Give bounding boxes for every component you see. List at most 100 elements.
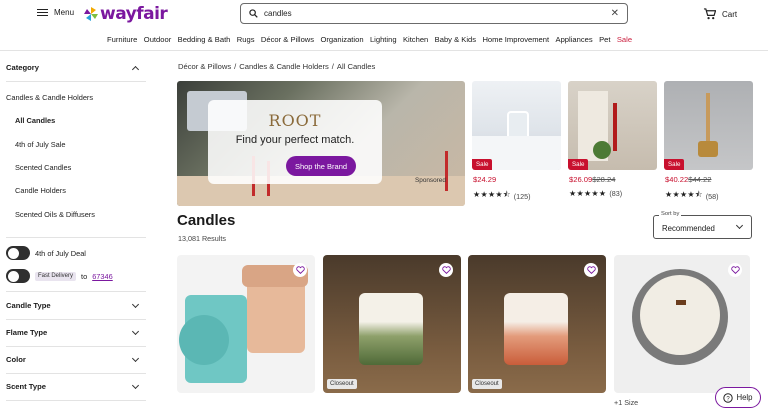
divider bbox=[6, 319, 146, 320]
filter-sidebar: Category Candles & Candle Holders All Ca… bbox=[0, 51, 147, 410]
star-rating-icon: ★★★★★ bbox=[569, 189, 607, 198]
category-item-scented-candles[interactable]: Scented Candles bbox=[15, 163, 71, 172]
site-header: Menu wayfair ✕ Cart bbox=[0, 0, 768, 30]
nav-item-lighting[interactable]: Lighting bbox=[370, 35, 397, 44]
category-heading[interactable]: Category bbox=[6, 63, 39, 72]
chevron-down-icon bbox=[735, 221, 744, 230]
nav-item-decor-pillows[interactable]: Décor & Pillows bbox=[261, 35, 314, 44]
nav-item-organization[interactable]: Organization bbox=[320, 35, 363, 44]
cart-icon bbox=[703, 8, 716, 20]
filter-flame-type[interactable]: Flame Type bbox=[6, 328, 47, 337]
logo-text: wayfair bbox=[100, 4, 168, 24]
sponsored-product-image[interactable]: Sale bbox=[664, 81, 753, 170]
chevron-down-icon[interactable] bbox=[131, 300, 140, 309]
help-button[interactable]: ? Help bbox=[715, 387, 761, 408]
sale-badge: Sale bbox=[568, 159, 589, 170]
chevron-down-icon[interactable] bbox=[131, 327, 140, 336]
menu-button[interactable]: Menu bbox=[37, 8, 74, 17]
heart-icon[interactable] bbox=[584, 263, 598, 277]
review-count: (83) bbox=[609, 189, 623, 198]
july-deal-label: 4th of July Deal bbox=[35, 248, 86, 258]
product-card-image[interactable] bbox=[177, 255, 315, 393]
heart-icon[interactable] bbox=[439, 263, 453, 277]
breadcrumb-all-candles[interactable]: All Candles bbox=[337, 62, 375, 71]
fast-delivery-badge: Fast Delivery bbox=[35, 271, 77, 281]
sponsored-price: $26.09$28.24 bbox=[569, 175, 615, 184]
divider bbox=[6, 400, 146, 401]
product-card-image[interactable]: Closeout bbox=[323, 255, 461, 393]
category-item-4th-july-sale[interactable]: 4th of July Sale bbox=[15, 140, 66, 149]
wayfair-logo[interactable]: wayfair bbox=[84, 4, 168, 24]
nav-item-kitchen[interactable]: Kitchen bbox=[403, 35, 428, 44]
divider bbox=[6, 81, 146, 82]
brand-tagline: Find your perfect match. bbox=[235, 134, 355, 146]
product-card-image[interactable]: Closeout bbox=[468, 255, 606, 393]
nav-item-sale[interactable]: Sale bbox=[617, 35, 632, 44]
sponsored-product-image[interactable]: Sale bbox=[568, 81, 657, 170]
divider bbox=[6, 237, 146, 238]
nav-item-baby-kids[interactable]: Baby & Kids bbox=[435, 35, 476, 44]
divider bbox=[6, 346, 146, 347]
heart-icon[interactable] bbox=[728, 263, 742, 277]
closeout-badge: Closeout bbox=[327, 379, 357, 389]
sponsored-product-image[interactable]: Sale bbox=[472, 81, 561, 170]
sort-value: Recommended bbox=[662, 224, 715, 233]
root-brand-logo: ROOT bbox=[268, 111, 322, 130]
to-label: to bbox=[81, 271, 88, 281]
rating: ★★★★⯪ (58) bbox=[665, 189, 719, 203]
original-price: $44.22 bbox=[688, 175, 712, 184]
size-note: +1 Size bbox=[614, 398, 639, 407]
filter-scent-type[interactable]: Scent Type bbox=[6, 382, 46, 391]
sponsored-price: $40.22$44.22 bbox=[665, 175, 711, 184]
filter-color[interactable]: Color bbox=[6, 355, 26, 364]
sort-dropdown[interactable]: Recommended bbox=[653, 215, 752, 239]
shop-the-brand-button[interactable]: Shop the Brand bbox=[286, 156, 356, 176]
search-bar[interactable]: ✕ bbox=[240, 3, 628, 24]
breadcrumb: Décor & Pillows / Candles & Candle Holders… bbox=[178, 62, 376, 71]
question-icon: ? bbox=[723, 392, 734, 403]
breadcrumb-decor-pillows[interactable]: Décor & Pillows bbox=[178, 62, 231, 71]
fast-delivery-toggle[interactable] bbox=[6, 269, 30, 283]
breadcrumb-candles-holders[interactable]: Candles & Candle Holders bbox=[239, 62, 329, 71]
sponsored-label: Sponsored bbox=[415, 177, 446, 184]
search-input[interactable] bbox=[264, 9, 611, 18]
nav-item-pet[interactable]: Pet bbox=[599, 35, 610, 44]
sponsored-price: $24.29 bbox=[473, 175, 496, 184]
category-item-scented-oils[interactable]: Scented Oils & Diffusers bbox=[15, 210, 95, 219]
nav-item-home-improvement[interactable]: Home Improvement bbox=[482, 35, 549, 44]
heart-icon[interactable] bbox=[293, 263, 307, 277]
results-title: Candles bbox=[177, 212, 236, 229]
category-item-all-candles[interactable]: All Candles bbox=[15, 116, 55, 125]
filter-candle-type[interactable]: Candle Type bbox=[6, 301, 51, 310]
nav-item-outdoor[interactable]: Outdoor bbox=[144, 35, 171, 44]
sale-price: $24.29 bbox=[473, 175, 497, 184]
help-label: Help bbox=[736, 393, 753, 402]
zip-code-link[interactable]: 67346 bbox=[92, 272, 113, 281]
banner-candle-image bbox=[445, 151, 448, 191]
july-deal-toggle[interactable] bbox=[6, 246, 30, 260]
chevron-down-icon[interactable] bbox=[131, 381, 140, 390]
divider bbox=[6, 373, 146, 374]
review-count: (125) bbox=[513, 191, 531, 201]
cart-button[interactable]: Cart bbox=[703, 8, 737, 20]
star-rating-icon: ★★★★⯪ bbox=[665, 190, 703, 199]
july-deal-filter: 4th of July Deal bbox=[6, 246, 86, 260]
product-card-image[interactable] bbox=[614, 255, 750, 393]
hamburger-icon bbox=[37, 8, 48, 17]
sort-label: Sort by bbox=[659, 211, 682, 217]
nav-item-rugs[interactable]: Rugs bbox=[237, 35, 255, 44]
star-rating-icon: ★★★★⯪ bbox=[473, 190, 511, 199]
chevron-down-icon[interactable] bbox=[131, 354, 140, 363]
category-parent-link[interactable]: Candles & Candle Holders bbox=[6, 93, 93, 102]
clear-search-icon[interactable]: ✕ bbox=[611, 8, 619, 19]
nav-item-furniture[interactable]: Furniture bbox=[107, 35, 137, 44]
category-item-candle-holders[interactable]: Candle Holders bbox=[15, 186, 66, 195]
rating: ★★★★★ (83) bbox=[569, 189, 622, 198]
chevron-up-icon[interactable] bbox=[131, 65, 140, 74]
nav-item-appliances[interactable]: Appliances bbox=[556, 35, 593, 44]
original-price: $28.24 bbox=[592, 175, 616, 184]
sale-badge: Sale bbox=[472, 159, 493, 170]
sale-price: $40.22 bbox=[665, 175, 689, 184]
wayfair-pinwheel-icon bbox=[84, 7, 98, 21]
nav-item-bedding-bath[interactable]: Bedding & Bath bbox=[178, 35, 231, 44]
